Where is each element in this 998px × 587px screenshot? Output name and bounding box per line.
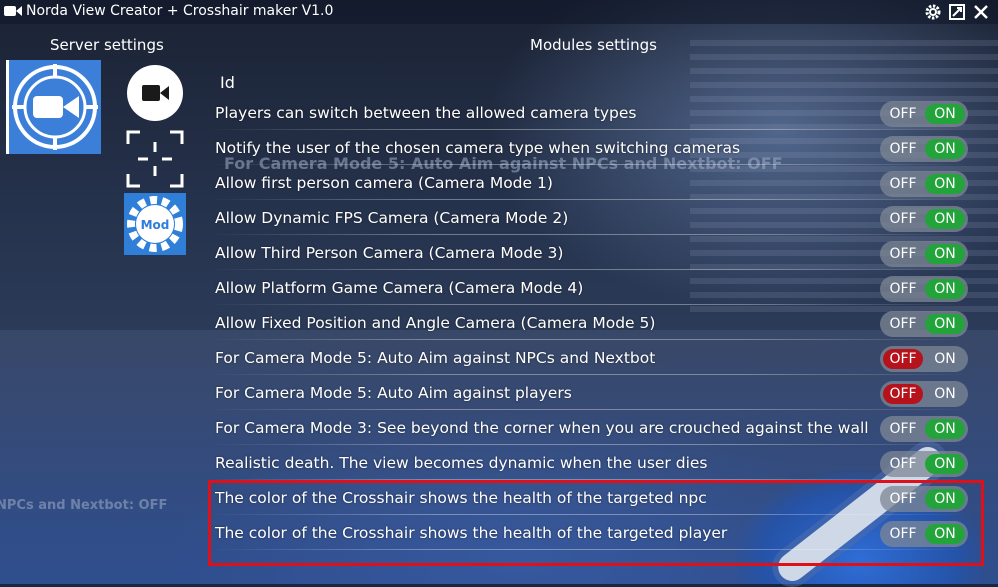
setting-label: Players can switch between the allowed c…: [215, 104, 637, 122]
on-off-toggle[interactable]: OFF ON: [880, 136, 968, 162]
crosshair-settings-button[interactable]: [124, 128, 186, 190]
window-title: Norda View Creator + Crosshair maker V1.…: [26, 3, 334, 19]
setting-label: Allow Dynamic FPS Camera (Camera Mode 2): [215, 209, 569, 227]
toggle-off-option[interactable]: OFF: [883, 349, 923, 369]
toggle-on-option[interactable]: ON: [925, 244, 965, 264]
setting-row: Allow Dynamic FPS Camera (Camera Mode 2)…: [208, 203, 988, 235]
row-separator: [208, 234, 968, 235]
toggle-off-option[interactable]: OFF: [883, 279, 923, 299]
row-separator: [208, 129, 968, 130]
setting-row: For Camera Mode 5: Auto Aim against NPCs…: [208, 343, 988, 375]
toggle-on-option[interactable]: ON: [925, 209, 965, 229]
toggle-on-option[interactable]: ON: [925, 139, 965, 159]
on-off-toggle[interactable]: OFF ON: [880, 276, 968, 302]
toggle-off-option[interactable]: OFF: [883, 139, 923, 159]
camera-icon: [4, 6, 22, 16]
setting-label: For Camera Mode 5: Auto Aim against play…: [215, 384, 572, 402]
row-separator: [208, 269, 968, 270]
toggle-off-option[interactable]: OFF: [883, 454, 923, 474]
module-settings-button[interactable]: Mod: [124, 193, 186, 255]
setting-label: For Camera Mode 3: See beyond the corner…: [215, 419, 869, 437]
on-off-toggle[interactable]: OFF ON: [880, 416, 968, 442]
setting-row: Allow Third Person Camera (Camera Mode 3…: [208, 238, 988, 270]
mod-label: Mod: [141, 218, 170, 232]
on-off-toggle[interactable]: OFF ON: [880, 381, 968, 407]
toggle-off-option[interactable]: OFF: [883, 384, 923, 404]
setting-row: Notify the user of the chosen camera typ…: [208, 133, 988, 165]
on-off-toggle[interactable]: OFF ON: [880, 241, 968, 267]
toggle-off-option[interactable]: OFF: [883, 209, 923, 229]
on-off-toggle[interactable]: OFF ON: [880, 311, 968, 337]
toggle-off-option[interactable]: OFF: [883, 174, 923, 194]
title-bar: Norda View Creator + Crosshair maker V1.…: [0, 0, 998, 24]
setting-label: Allow Fixed Position and Angle Camera (C…: [215, 314, 656, 332]
id-column-label: Id: [220, 73, 235, 92]
server-settings-header[interactable]: Server settings: [50, 36, 164, 54]
setting-row: Players can switch between the allowed c…: [208, 98, 988, 130]
setting-row: For Camera Mode 3: See beyond the corner…: [208, 413, 988, 445]
fullscreen-icon[interactable]: [948, 3, 966, 21]
row-separator: [208, 374, 968, 375]
row-separator: [208, 304, 968, 305]
row-separator: [208, 444, 968, 445]
ghost-overlay-text-left: NPCs and Nextbot: OFF: [0, 498, 168, 513]
setting-row: For Camera Mode 5: Auto Aim against play…: [208, 378, 988, 410]
close-icon[interactable]: [972, 3, 990, 21]
setting-row: Allow Fixed Position and Angle Camera (C…: [208, 308, 988, 340]
on-off-toggle[interactable]: OFF ON: [880, 101, 968, 127]
row-separator: [208, 409, 968, 410]
highlight-annotation-box: [208, 480, 984, 566]
toggle-on-option[interactable]: ON: [925, 454, 965, 474]
on-off-toggle[interactable]: OFF ON: [880, 451, 968, 477]
setting-row: Realistic death. The view becomes dynami…: [208, 448, 988, 480]
modules-settings-header: Modules settings: [530, 36, 657, 54]
setting-label: Allow first person camera (Camera Mode 1…: [215, 174, 553, 192]
toggle-on-option[interactable]: ON: [925, 104, 965, 124]
setting-row: Allow first person camera (Camera Mode 1…: [208, 168, 988, 200]
toggle-off-option[interactable]: OFF: [883, 104, 923, 124]
mod-gear-icon: Mod: [127, 196, 183, 252]
toggle-off-option[interactable]: OFF: [883, 244, 923, 264]
setting-label: Allow Third Person Camera (Camera Mode 3…: [215, 244, 564, 262]
on-off-toggle[interactable]: OFF ON: [880, 346, 968, 372]
on-off-toggle[interactable]: OFF ON: [880, 171, 968, 197]
setting-row: Allow Platform Game Camera (Camera Mode …: [208, 273, 988, 305]
camera-button-icon: [127, 65, 183, 121]
row-separator: [208, 199, 968, 200]
toggle-off-option[interactable]: OFF: [883, 314, 923, 334]
toggle-on-option[interactable]: ON: [925, 384, 965, 404]
view-creator-logo-icon: [12, 64, 98, 150]
settings-gear-icon[interactable]: [924, 3, 942, 21]
camera-settings-button[interactable]: [124, 62, 186, 124]
row-separator: [208, 339, 968, 340]
toggle-on-option[interactable]: ON: [925, 349, 965, 369]
row-separator: [208, 164, 968, 165]
setting-label: For Camera Mode 5: Auto Aim against NPCs…: [215, 349, 656, 367]
toggle-off-option[interactable]: OFF: [883, 419, 923, 439]
toggle-on-option[interactable]: ON: [925, 279, 965, 299]
view-creator-logo-tile[interactable]: [6, 60, 101, 154]
setting-label: Notify the user of the chosen camera typ…: [215, 139, 741, 157]
crosshair-icon: [126, 130, 184, 188]
toggle-on-option[interactable]: ON: [925, 419, 965, 439]
toggle-on-option[interactable]: ON: [925, 174, 965, 194]
setting-label: Realistic death. The view becomes dynami…: [215, 454, 708, 472]
setting-label: Allow Platform Game Camera (Camera Mode …: [215, 279, 584, 297]
on-off-toggle[interactable]: OFF ON: [880, 206, 968, 232]
toggle-on-option[interactable]: ON: [925, 314, 965, 334]
